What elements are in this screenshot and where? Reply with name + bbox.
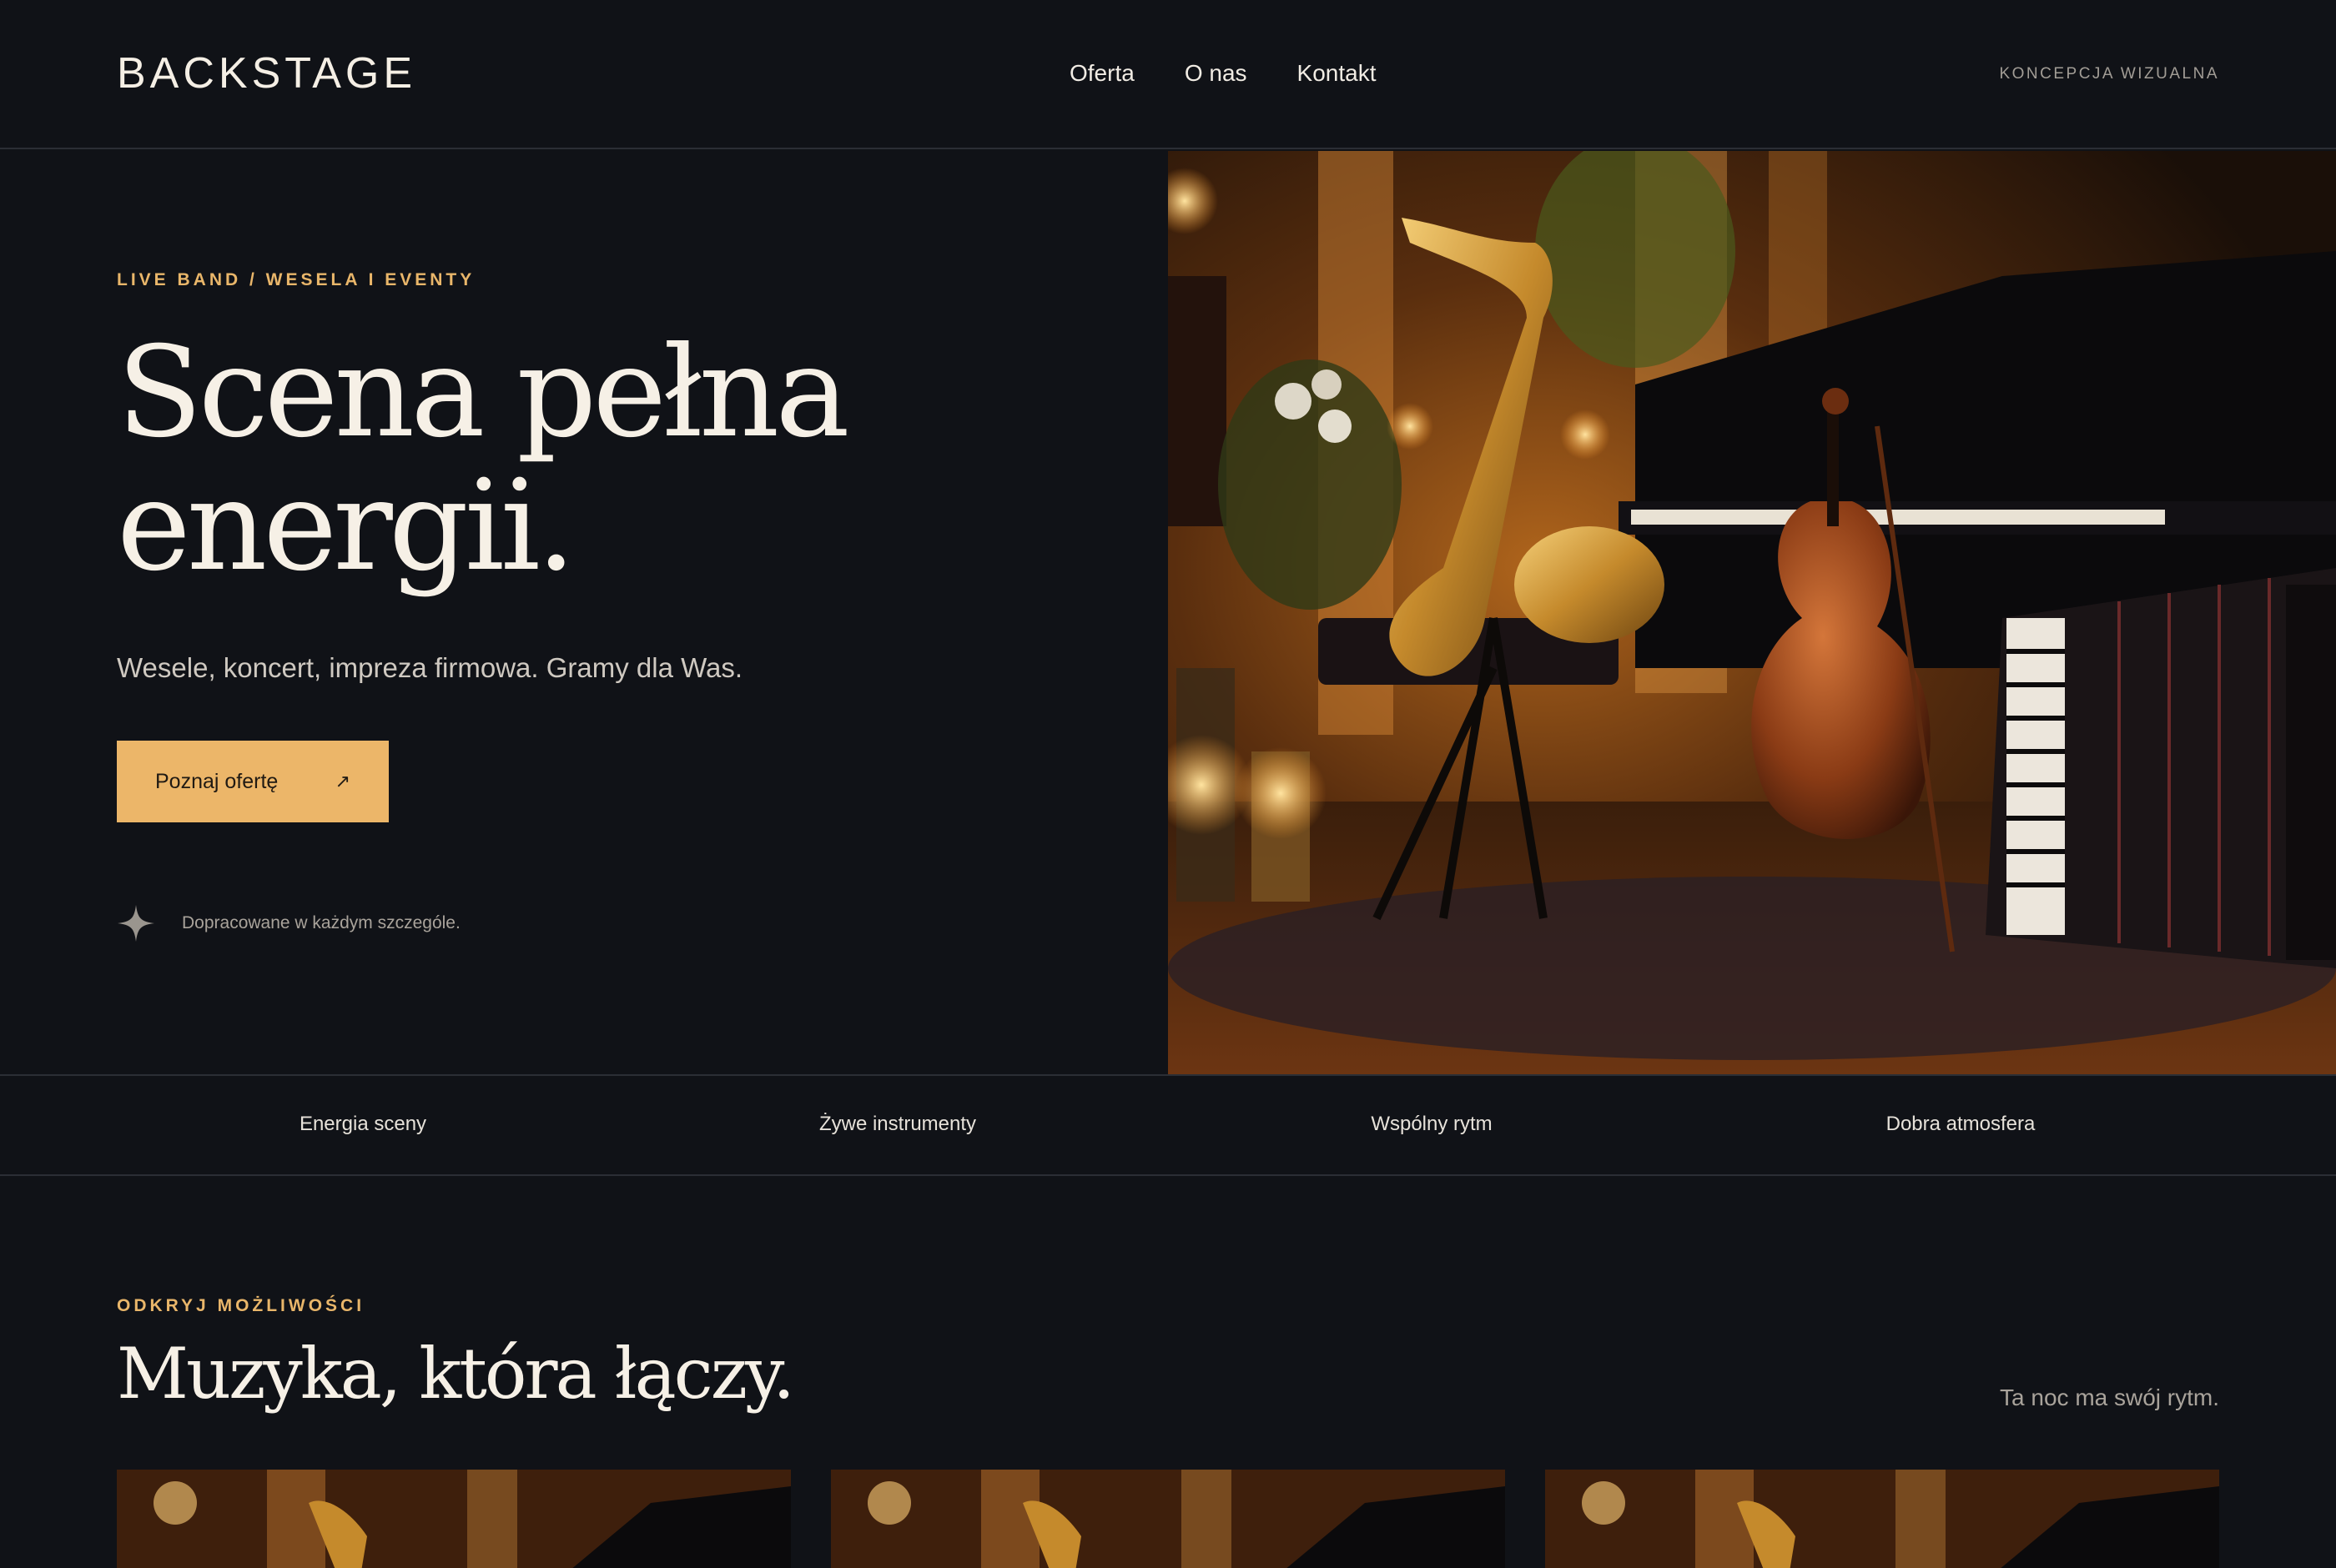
hero-subtitle: Wesele, koncert, impreza firmowa. Gramy …: [117, 652, 743, 683]
feature-shared-rhythm: Wspólny rytm: [1371, 1113, 1493, 1135]
features-strip: Energia sceny Żywe instrumenty Wspólny r…: [0, 1074, 2336, 1176]
offer-card-2[interactable]: [831, 1470, 1505, 1568]
quality-note-text: Dopracowane w każdym szczególe.: [182, 913, 461, 932]
sparkle-icon: [118, 905, 154, 942]
feature-good-atmosphere: Dobra atmosfera: [1885, 1113, 2036, 1135]
section-title: Muzyka, która łączy.: [117, 1333, 795, 1415]
nav-link-o-nas[interactable]: O nas: [1185, 60, 1247, 87]
offer-card-image: [831, 1470, 1505, 1568]
hero-content: LIVE BAND / WESELA I EVENTY Scena pełna …: [0, 151, 1168, 1074]
hero-title-line-2: energii.: [117, 454, 576, 599]
arrow-up-right-icon: ↗: [335, 771, 350, 792]
quality-note: Dopracowane w każdym szczególe.: [117, 904, 461, 942]
feature-stage-energy: Energia sceny: [299, 1113, 427, 1135]
hero-eyebrow: LIVE BAND / WESELA I EVENTY: [117, 270, 476, 289]
section-note: Ta noc ma swój rytm.: [2000, 1385, 2219, 1410]
brand-logo[interactable]: BACKSTAGE: [117, 48, 416, 98]
offer-card-1[interactable]: [117, 1470, 791, 1568]
site-header: BACKSTAGE Oferta O nas Kontakt KONCEPCJA…: [0, 0, 2336, 149]
offer-card-image: [1545, 1470, 2219, 1568]
explore-offer-button[interactable]: Poznaj ofertę ↗: [117, 741, 389, 822]
hero-title-line-1: Scena pełna: [117, 320, 850, 465]
instruments-stage-image: [1168, 151, 2336, 1074]
feature-live-instruments: Żywe instrumenty: [818, 1113, 977, 1135]
section-eyebrow: ODKRYJ MOŻLIWOŚCI: [117, 1296, 365, 1315]
offer-card-image: [117, 1470, 791, 1568]
page: BACKSTAGE Oferta O nas Kontakt KONCEPCJA…: [0, 0, 2336, 1568]
hero-title: Scena pełna energii.: [117, 326, 1035, 593]
offer-card-3[interactable]: [1545, 1470, 2219, 1568]
concept-label: KONCEPCJA WIZUALNA: [1999, 65, 2219, 83]
main-nav: Oferta O nas Kontakt: [1070, 60, 1376, 87]
explore-offer-label: Poznaj ofertę: [155, 769, 279, 793]
nav-link-kontakt[interactable]: Kontakt: [1297, 60, 1377, 87]
nav-link-oferta[interactable]: Oferta: [1070, 60, 1135, 87]
hero-image: [1168, 151, 2336, 1074]
